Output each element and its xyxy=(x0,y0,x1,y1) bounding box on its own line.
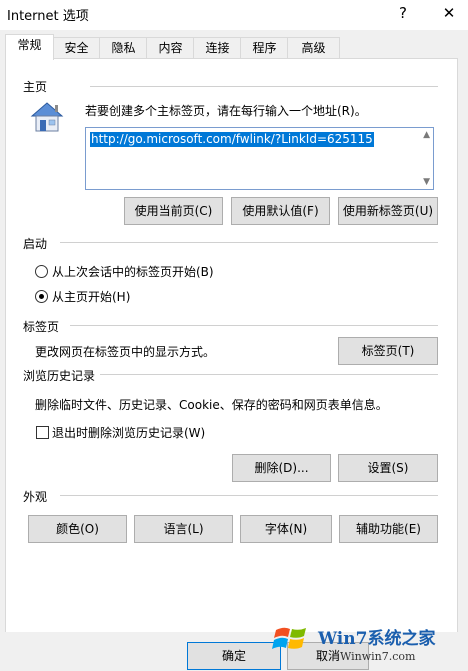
use-default-button[interactable]: 使用默认值(F) xyxy=(231,197,330,225)
languages-button[interactable]: 语言(L) xyxy=(134,515,233,543)
home-instruction: 若要创建多个主标签页，请在每行输入一个地址(R)。 xyxy=(85,104,367,118)
tabs-section-title: 标签页 xyxy=(23,320,60,334)
radio-home-page-label: 从主页开始(H) xyxy=(52,290,131,304)
history-settings-button[interactable]: 设置(S) xyxy=(338,454,438,482)
delete-on-exit-checkbox[interactable] xyxy=(36,426,49,439)
tabs-settings-button[interactable]: 标签页(T) xyxy=(338,337,438,365)
radio-last-session-label: 从上次会话中的标签页开始(B) xyxy=(52,265,214,279)
accessibility-button[interactable]: 辅助功能(E) xyxy=(339,515,438,543)
radio-home-page[interactable] xyxy=(35,290,48,303)
appearance-divider xyxy=(60,495,438,496)
windows-logo-icon xyxy=(272,618,312,658)
window-title: Internet 选项 xyxy=(7,9,89,24)
tab-connections[interactable]: 连接 xyxy=(193,37,242,59)
tab-privacy[interactable]: 隐私 xyxy=(99,37,148,59)
tabs-description: 更改网页在标签页中的显示方式。 xyxy=(35,345,216,359)
history-section-title: 浏览历史记录 xyxy=(23,369,96,383)
startup-divider xyxy=(60,242,438,243)
watermark-brand: Win7系统之家 xyxy=(318,629,436,649)
help-button[interactable]: ? xyxy=(388,2,418,24)
use-current-button[interactable]: 使用当前页(C) xyxy=(124,197,223,225)
home-url-value: http://go.microsoft.com/fwlink/?LinkId=6… xyxy=(90,132,374,147)
tab-programs[interactable]: 程序 xyxy=(240,37,289,59)
scroll-up-icon[interactable]: ▲ xyxy=(423,130,430,140)
home-icon xyxy=(28,100,66,134)
delete-on-exit-label: 退出时删除浏览历史记录(W) xyxy=(52,426,206,440)
watermark-site: Winwin7.com xyxy=(340,650,416,663)
history-divider xyxy=(100,374,438,375)
tab-advanced[interactable]: 高级 xyxy=(287,37,340,59)
tab-security[interactable]: 安全 xyxy=(52,37,101,59)
radio-last-session[interactable] xyxy=(35,265,48,278)
fonts-button[interactable]: 字体(N) xyxy=(240,515,332,543)
history-description: 删除临时文件、历史记录、Cookie、保存的密码和网页表单信息。 xyxy=(35,398,388,412)
home-divider xyxy=(90,86,438,87)
delete-history-button[interactable]: 删除(D)... xyxy=(232,454,331,482)
use-new-tab-button[interactable]: 使用新标签页(U) xyxy=(338,197,438,225)
appearance-section-title: 外观 xyxy=(23,490,48,504)
tab-content[interactable]: 内容 xyxy=(146,37,195,59)
ok-button[interactable]: 确定 xyxy=(187,642,281,670)
colors-button[interactable]: 颜色(O) xyxy=(28,515,127,543)
scroll-down-icon[interactable]: ▼ xyxy=(423,177,430,187)
home-section-title: 主页 xyxy=(23,80,48,94)
startup-section-title: 启动 xyxy=(23,237,48,251)
tabs-divider xyxy=(70,325,438,326)
tab-general[interactable]: 常规 xyxy=(5,34,54,60)
home-url-textarea[interactable]: http://go.microsoft.com/fwlink/?LinkId=6… xyxy=(85,127,434,190)
close-button[interactable]: ✕ xyxy=(434,2,464,24)
